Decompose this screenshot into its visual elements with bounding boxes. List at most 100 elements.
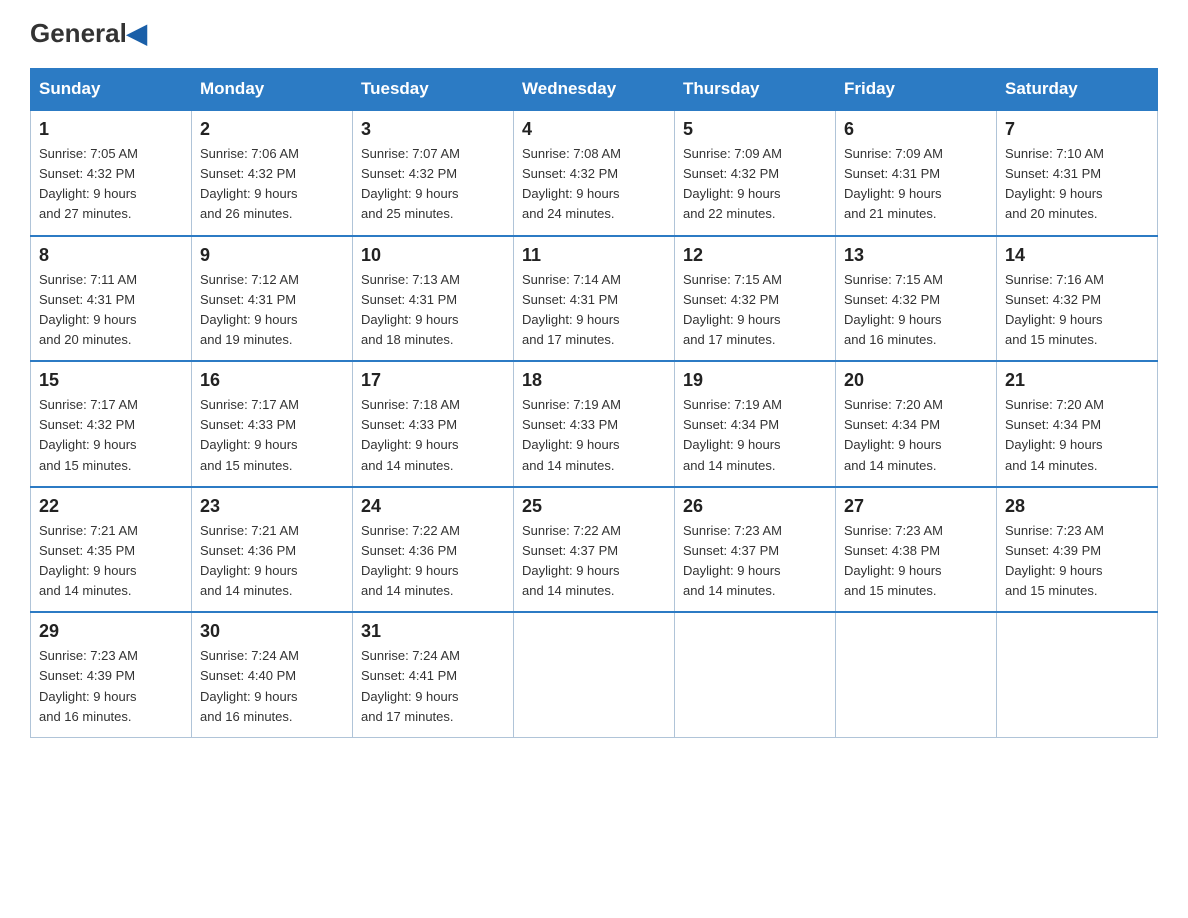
day-info: Sunrise: 7:22 AMSunset: 4:37 PMDaylight:… — [522, 521, 666, 602]
day-number: 13 — [844, 245, 988, 266]
day-info: Sunrise: 7:21 AMSunset: 4:36 PMDaylight:… — [200, 521, 344, 602]
day-number: 23 — [200, 496, 344, 517]
day-number: 20 — [844, 370, 988, 391]
day-info: Sunrise: 7:10 AMSunset: 4:31 PMDaylight:… — [1005, 144, 1149, 225]
day-info: Sunrise: 7:19 AMSunset: 4:34 PMDaylight:… — [683, 395, 827, 476]
weekday-header-tuesday: Tuesday — [353, 69, 514, 111]
week-row-3: 15 Sunrise: 7:17 AMSunset: 4:32 PMDayligh… — [31, 361, 1158, 487]
day-number: 15 — [39, 370, 183, 391]
calendar-cell: 12Sunrise: 7:15 AMSunset: 4:32 PMDayligh… — [675, 236, 836, 362]
day-info: Sunrise: 7:06 AMSunset: 4:32 PMDaylight:… — [200, 144, 344, 225]
calendar-table: SundayMondayTuesdayWednesdayThursdayFrid… — [30, 68, 1158, 738]
day-number: 31 — [361, 621, 505, 642]
day-number: 7 — [1005, 119, 1149, 140]
day-number: 11 — [522, 245, 666, 266]
calendar-cell: 26 Sunrise: 7:23 AMSunset: 4:37 PMDayligh… — [675, 487, 836, 613]
day-number: 5 — [683, 119, 827, 140]
weekday-header-sunday: Sunday — [31, 69, 192, 111]
calendar-cell: 10Sunrise: 7:13 AMSunset: 4:31 PMDayligh… — [353, 236, 514, 362]
day-number: 21 — [1005, 370, 1149, 391]
week-row-4: 22Sunrise: 7:21 AMSunset: 4:35 PMDayligh… — [31, 487, 1158, 613]
day-number: 17 — [361, 370, 505, 391]
day-number: 1 — [39, 119, 183, 140]
calendar-cell: 16Sunrise: 7:17 AMSunset: 4:33 PMDayligh… — [192, 361, 353, 487]
calendar-cell — [675, 612, 836, 737]
calendar-cell: 9 Sunrise: 7:12 AMSunset: 4:31 PMDaylight… — [192, 236, 353, 362]
day-number: 14 — [1005, 245, 1149, 266]
day-number: 16 — [200, 370, 344, 391]
calendar-cell: 17 Sunrise: 7:18 AMSunset: 4:33 PMDayligh… — [353, 361, 514, 487]
day-info: Sunrise: 7:20 AMSunset: 4:34 PMDaylight:… — [1005, 395, 1149, 476]
calendar-cell: 28Sunrise: 7:23 AMSunset: 4:39 PMDayligh… — [997, 487, 1158, 613]
calendar-cell: 19 Sunrise: 7:19 AMSunset: 4:34 PMDayligh… — [675, 361, 836, 487]
day-number: 3 — [361, 119, 505, 140]
day-number: 12 — [683, 245, 827, 266]
calendar-cell: 8 Sunrise: 7:11 AMSunset: 4:31 PMDaylight… — [31, 236, 192, 362]
day-number: 8 — [39, 245, 183, 266]
day-info: Sunrise: 7:13 AMSunset: 4:31 PMDaylight:… — [361, 270, 505, 351]
calendar-cell — [836, 612, 997, 737]
day-number: 9 — [200, 245, 344, 266]
page-header: General◀ — [30, 20, 1158, 48]
weekday-header-monday: Monday — [192, 69, 353, 111]
day-number: 18 — [522, 370, 666, 391]
calendar-cell: 24Sunrise: 7:22 AMSunset: 4:36 PMDayligh… — [353, 487, 514, 613]
calendar-cell — [514, 612, 675, 737]
weekday-header-saturday: Saturday — [997, 69, 1158, 111]
calendar-cell — [997, 612, 1158, 737]
day-info: Sunrise: 7:08 AMSunset: 4:32 PMDaylight:… — [522, 144, 666, 225]
day-number: 28 — [1005, 496, 1149, 517]
calendar-cell: 2Sunrise: 7:06 AMSunset: 4:32 PMDaylight… — [192, 110, 353, 236]
week-row-2: 8 Sunrise: 7:11 AMSunset: 4:31 PMDaylight… — [31, 236, 1158, 362]
day-info: Sunrise: 7:23 AMSunset: 4:38 PMDaylight:… — [844, 521, 988, 602]
calendar-cell: 5 Sunrise: 7:09 AMSunset: 4:32 PMDaylight… — [675, 110, 836, 236]
calendar-cell: 11 Sunrise: 7:14 AMSunset: 4:31 PMDayligh… — [514, 236, 675, 362]
day-number: 30 — [200, 621, 344, 642]
calendar-cell: 23 Sunrise: 7:21 AMSunset: 4:36 PMDayligh… — [192, 487, 353, 613]
day-info: Sunrise: 7:09 AMSunset: 4:32 PMDaylight:… — [683, 144, 827, 225]
day-number: 4 — [522, 119, 666, 140]
logo-top: General◀ — [30, 20, 147, 46]
calendar-cell: 13 Sunrise: 7:15 AMSunset: 4:32 PMDayligh… — [836, 236, 997, 362]
week-row-1: 1 Sunrise: 7:05 AMSunset: 4:32 PMDaylight… — [31, 110, 1158, 236]
day-info: Sunrise: 7:18 AMSunset: 4:33 PMDaylight:… — [361, 395, 505, 476]
calendar-cell: 31 Sunrise: 7:24 AMSunset: 4:41 PMDayligh… — [353, 612, 514, 737]
week-row-5: 29Sunrise: 7:23 AMSunset: 4:39 PMDayligh… — [31, 612, 1158, 737]
calendar-cell: 25 Sunrise: 7:22 AMSunset: 4:37 PMDayligh… — [514, 487, 675, 613]
day-info: Sunrise: 7:12 AMSunset: 4:31 PMDaylight:… — [200, 270, 344, 351]
day-info: Sunrise: 7:11 AMSunset: 4:31 PMDaylight:… — [39, 270, 183, 351]
day-info: Sunrise: 7:14 AMSunset: 4:31 PMDaylight:… — [522, 270, 666, 351]
day-number: 26 — [683, 496, 827, 517]
day-info: Sunrise: 7:19 AMSunset: 4:33 PMDaylight:… — [522, 395, 666, 476]
calendar-cell: 3 Sunrise: 7:07 AMSunset: 4:32 PMDaylight… — [353, 110, 514, 236]
calendar-cell: 14Sunrise: 7:16 AMSunset: 4:32 PMDayligh… — [997, 236, 1158, 362]
day-number: 29 — [39, 621, 183, 642]
day-info: Sunrise: 7:23 AMSunset: 4:37 PMDaylight:… — [683, 521, 827, 602]
day-info: Sunrise: 7:07 AMSunset: 4:32 PMDaylight:… — [361, 144, 505, 225]
day-info: Sunrise: 7:17 AMSunset: 4:32 PMDaylight:… — [39, 395, 183, 476]
day-number: 25 — [522, 496, 666, 517]
calendar-cell: 4 Sunrise: 7:08 AMSunset: 4:32 PMDaylight… — [514, 110, 675, 236]
weekday-header-wednesday: Wednesday — [514, 69, 675, 111]
calendar-cell: 18 Sunrise: 7:19 AMSunset: 4:33 PMDayligh… — [514, 361, 675, 487]
day-info: Sunrise: 7:09 AMSunset: 4:31 PMDaylight:… — [844, 144, 988, 225]
day-info: Sunrise: 7:20 AMSunset: 4:34 PMDaylight:… — [844, 395, 988, 476]
calendar-cell: 7 Sunrise: 7:10 AMSunset: 4:31 PMDaylight… — [997, 110, 1158, 236]
calendar-cell: 22Sunrise: 7:21 AMSunset: 4:35 PMDayligh… — [31, 487, 192, 613]
calendar-cell: 1 Sunrise: 7:05 AMSunset: 4:32 PMDaylight… — [31, 110, 192, 236]
logo: General◀ — [30, 20, 147, 48]
day-number: 24 — [361, 496, 505, 517]
day-info: Sunrise: 7:05 AMSunset: 4:32 PMDaylight:… — [39, 144, 183, 225]
weekday-header-thursday: Thursday — [675, 69, 836, 111]
calendar-cell: 30Sunrise: 7:24 AMSunset: 4:40 PMDayligh… — [192, 612, 353, 737]
calendar-cell: 15 Sunrise: 7:17 AMSunset: 4:32 PMDayligh… — [31, 361, 192, 487]
day-number: 22 — [39, 496, 183, 517]
day-number: 19 — [683, 370, 827, 391]
calendar-cell: 21 Sunrise: 7:20 AMSunset: 4:34 PMDayligh… — [997, 361, 1158, 487]
calendar-cell: 6 Sunrise: 7:09 AMSunset: 4:31 PMDaylight… — [836, 110, 997, 236]
day-info: Sunrise: 7:15 AMSunset: 4:32 PMDaylight:… — [844, 270, 988, 351]
day-info: Sunrise: 7:24 AMSunset: 4:41 PMDaylight:… — [361, 646, 505, 727]
day-number: 6 — [844, 119, 988, 140]
calendar-cell: 27Sunrise: 7:23 AMSunset: 4:38 PMDayligh… — [836, 487, 997, 613]
weekday-header-friday: Friday — [836, 69, 997, 111]
